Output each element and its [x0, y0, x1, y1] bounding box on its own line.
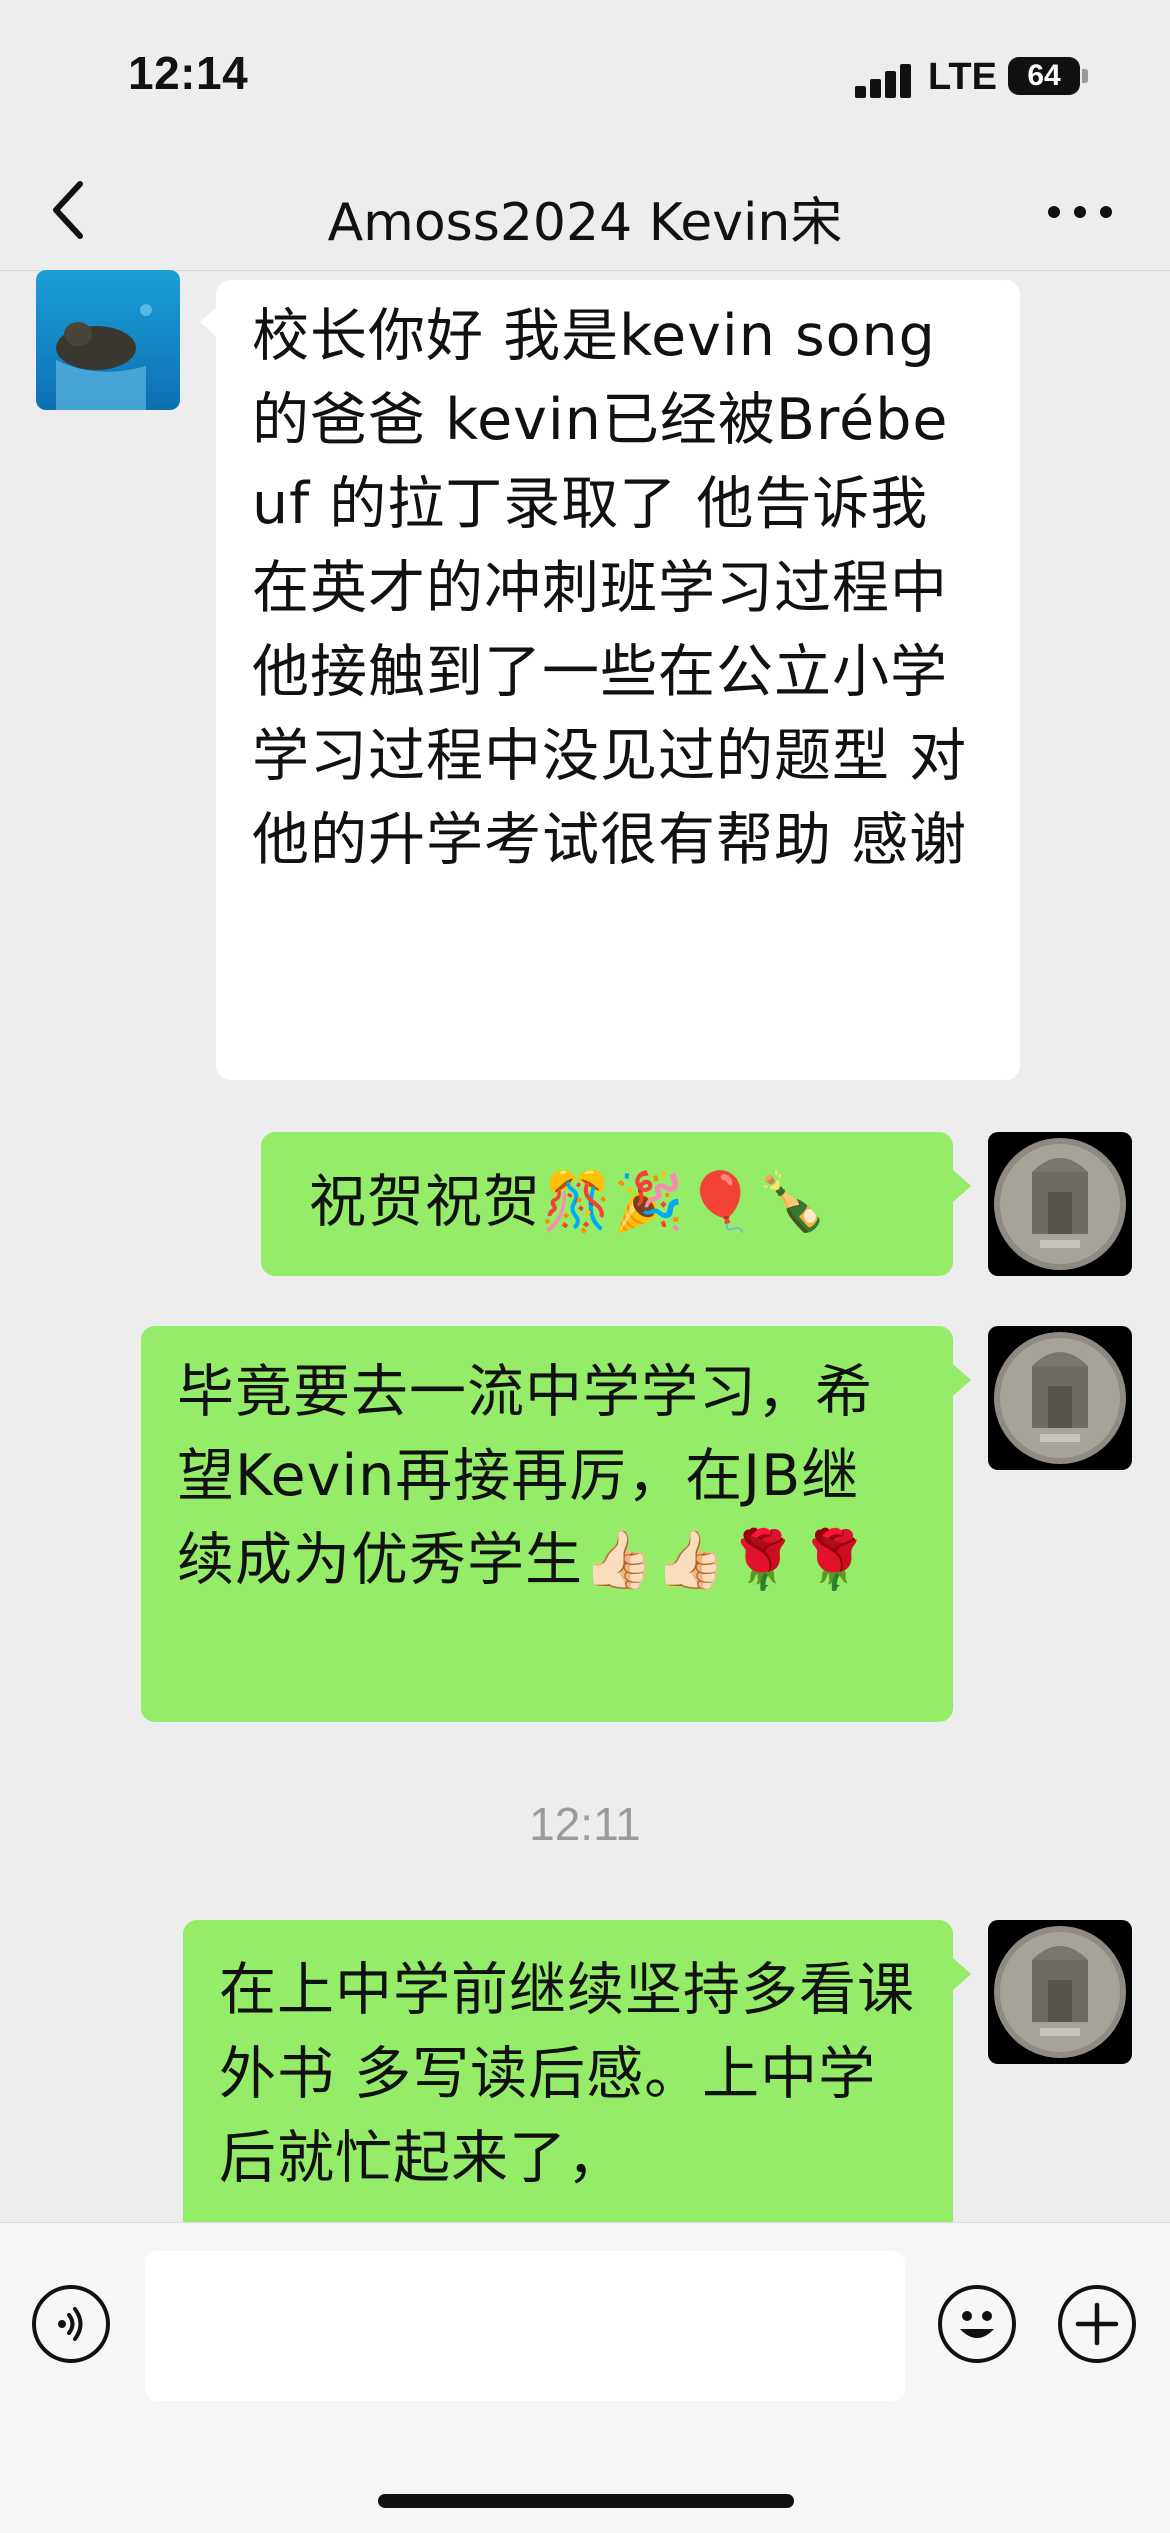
signal-strength-icon	[855, 62, 915, 98]
message-timestamp: 12:11	[529, 1798, 641, 1850]
ellipsis-icon[interactable]	[1040, 190, 1120, 230]
bubble-tail	[953, 1958, 971, 1990]
input-bar	[0, 2222, 1170, 2533]
message-outgoing[interactable]: 在上中学前继续坚持多看课外书 多写读后感。上中学后就忙起来了，	[183, 1920, 953, 2240]
battery-icon: 64	[1008, 57, 1080, 95]
plus-icon[interactable]	[1058, 2285, 1136, 2363]
battery-level: 64	[1027, 59, 1061, 92]
chat-title: Amoss2024 Kevin宋	[327, 193, 843, 253]
contact-avatar[interactable]	[36, 270, 180, 410]
message-text: 在上中学前继续坚持多看课外书 多写读后感。上中学后就忙起来了，	[219, 1957, 915, 2191]
my-avatar[interactable]	[988, 1326, 1132, 1470]
home-indicator[interactable]	[378, 2494, 794, 2508]
message-incoming[interactable]: 校长你好 我是kevin song的爸爸 kevin已经被Brébeuf 的拉丁…	[216, 280, 1020, 1080]
message-input[interactable]	[145, 2251, 905, 2401]
my-avatar[interactable]	[988, 1920, 1132, 2064]
message-text: 校长你好 我是kevin song的爸爸 kevin已经被Brébeuf 的拉丁…	[252, 303, 968, 873]
battery-cap	[1082, 69, 1088, 83]
status-bar: 12:14 LTE 64	[0, 0, 1170, 150]
voice-icon[interactable]	[32, 2285, 110, 2363]
message-outgoing[interactable]: 毕竟要去一流中学学习，希望Kevin再接再厉，在JB继续成为优秀学生👍🏻👍🏻🌹🌹	[141, 1326, 953, 1722]
emoji-icon[interactable]	[938, 2285, 1016, 2363]
network-type: LTE	[928, 56, 997, 98]
my-avatar[interactable]	[988, 1132, 1132, 1276]
message-text: 祝贺祝贺🎊🎉🎈🍾	[309, 1169, 829, 1235]
chat-header: Amoss2024 Kevin宋	[0, 150, 1170, 271]
bubble-tail	[953, 1170, 971, 1202]
message-outgoing[interactable]: 祝贺祝贺🎊🎉🎈🍾	[261, 1132, 953, 1276]
status-time: 12:14	[128, 47, 249, 99]
message-text: 毕竟要去一流中学学习，希望Kevin再接再厉，在JB继续成为优秀学生👍🏻👍🏻🌹🌹	[177, 1359, 873, 1593]
bubble-tail	[953, 1364, 971, 1396]
